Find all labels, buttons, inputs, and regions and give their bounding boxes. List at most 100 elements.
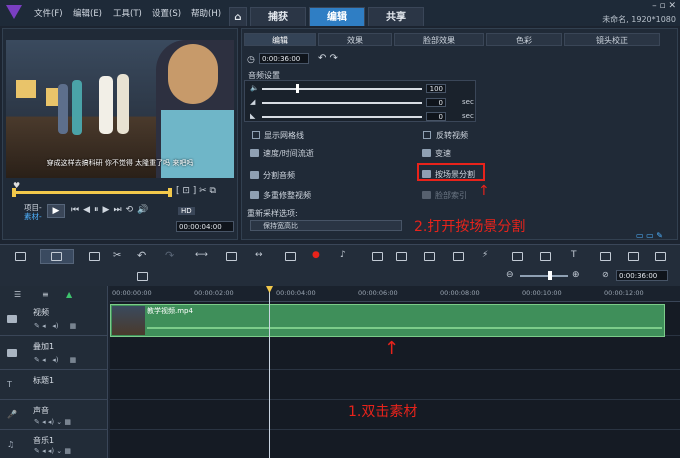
lock-icon[interactable] — [137, 272, 148, 281]
fade-in-slider[interactable] — [262, 102, 422, 104]
menu-file[interactable]: 文件(F) — [34, 7, 63, 19]
color-grading-icon[interactable] — [512, 252, 523, 261]
track-overlay[interactable]: 叠加1 ✎ ◂ ◂) ▦ — [0, 336, 108, 370]
crop-icon[interactable] — [226, 252, 237, 261]
timeline-ruler[interactable]: 00:00:00:00 00:00:02:00 00:00:04:00 00:0… — [110, 286, 680, 302]
audio-mixer-icon[interactable]: ♪ — [340, 250, 346, 260]
video-preview[interactable]: 穿成这样去搞科研 你不觉得 太隆重了吗 来吧吗 — [6, 40, 234, 178]
tab-capture[interactable]: 捕获 — [250, 7, 306, 26]
zoom-thumb[interactable] — [548, 271, 552, 280]
fade-out-slider[interactable] — [262, 116, 422, 118]
mask-icon[interactable]: ⚡ — [482, 250, 488, 260]
tab-home[interactable]: ⌂ — [229, 7, 247, 26]
split-screen-icon[interactable] — [540, 252, 551, 261]
zoom-timecode[interactable]: 0:00:36:00 — [616, 270, 668, 281]
track-video[interactable]: 视频 ✎ ◂ ◂) ▦ — [0, 302, 108, 336]
window-controls[interactable]: – ▫ ✕ — [652, 1, 676, 11]
storyboard-view-icon[interactable] — [15, 252, 26, 261]
track-voice[interactable]: 🎤 声音 ✎ ◂ ◂) ⌄ ▦ — [0, 400, 108, 430]
zoom-in-icon[interactable]: ⊕ — [572, 270, 580, 280]
multi-trim-label: 多重修整视频 — [263, 191, 311, 200]
rotate-icons[interactable]: ↶ ↷ — [318, 53, 338, 64]
tab-lens-correction[interactable]: 镜头校正 — [564, 33, 660, 46]
transport-controls[interactable]: ⏮◀⏸▶⏭⟲🔊 — [71, 205, 152, 215]
export-icon[interactable] — [655, 252, 666, 261]
motion-icon[interactable] — [396, 252, 407, 261]
tab-face-effect[interactable]: 脸部效果 — [394, 33, 484, 46]
volume-thumb[interactable] — [296, 84, 299, 93]
zoom-slider[interactable] — [520, 275, 568, 277]
multicam-icon[interactable] — [453, 252, 464, 261]
timeline-tracks[interactable]: 教学视频.mp4 — [110, 302, 680, 458]
title-track-icon: T — [7, 380, 12, 389]
video-clip[interactable]: 教学视频.mp4 — [110, 304, 665, 337]
menu-settings[interactable]: 设置(S) — [152, 7, 181, 19]
tab-color[interactable]: 色彩 — [486, 33, 562, 46]
timecode-display[interactable]: 00:00:04:00 — [176, 221, 234, 232]
fade-in-field[interactable]: 0 — [426, 98, 446, 107]
zoom-out-icon[interactable]: ⊖ — [506, 270, 514, 280]
character — [99, 76, 113, 134]
panel-corner-buttons[interactable]: ▭ ▭ ✎ — [636, 231, 663, 240]
undo-icon[interactable]: ↶ — [137, 249, 146, 262]
mark-out-handle[interactable] — [168, 188, 172, 197]
face-index-button[interactable]: 脸部索引 — [422, 190, 467, 201]
reverse-video-checkbox[interactable] — [423, 131, 431, 139]
multi-trim-button[interactable]: 多重修整视频 — [250, 190, 311, 201]
fit-icon[interactable]: ⟷ — [195, 250, 208, 260]
track-music[interactable]: ♫ 音乐1 ✎ ◂ ◂) ⌄ ▦ — [0, 430, 108, 458]
frame-icon[interactable] — [285, 252, 296, 261]
3d-title-icon[interactable]: T — [571, 250, 577, 260]
menu-tools[interactable]: 工具(T) — [113, 7, 142, 19]
timeline-view-button[interactable] — [40, 249, 74, 264]
duration-field[interactable]: 0:00:36:00 — [259, 53, 309, 64]
track-list-icon[interactable]: ≡ — [42, 290, 49, 299]
menu-help[interactable]: 帮助(H) — [191, 7, 221, 19]
tab-share[interactable]: 共享 — [368, 7, 424, 26]
track-controls[interactable]: ✎ ◂ ◂) ▦ — [34, 322, 76, 330]
annotation-step1: 1.双击素材 — [348, 404, 418, 420]
auto-music-icon[interactable] — [372, 252, 383, 261]
clip-mode-label[interactable]: 素材- — [24, 211, 42, 222]
variable-speed-button[interactable]: 变速 — [422, 148, 451, 159]
record-icon[interactable]: ● — [312, 250, 320, 260]
tracking-icon[interactable] — [600, 252, 611, 261]
video-subtitle: 穿成这样去搞科研 你不觉得 太隆重了吗 来吧吗 — [46, 159, 194, 167]
tab-edit[interactable]: 编辑 — [309, 7, 365, 26]
ruler-tick: 00:00:10:00 — [522, 289, 562, 297]
video-lane[interactable]: 教学视频.mp4 — [110, 302, 680, 337]
redo-icon[interactable]: ↷ — [165, 249, 174, 262]
volume-slider[interactable] — [262, 88, 422, 90]
show-grid-checkbox[interactable] — [252, 131, 260, 139]
mark-in-handle[interactable] — [12, 188, 16, 197]
quality-selector[interactable]: HD — [178, 207, 195, 215]
tools-icon[interactable]: ✂ — [113, 250, 121, 261]
subtitle-icon[interactable] — [424, 252, 435, 261]
title-lane[interactable] — [110, 370, 680, 400]
volume-field[interactable]: 100 — [426, 84, 446, 93]
split-audio-button[interactable]: 分割音频 — [250, 170, 295, 181]
playhead[interactable] — [269, 286, 270, 458]
track-title[interactable]: T 标题1 — [0, 370, 108, 400]
split-audio-label: 分割音频 — [263, 171, 295, 180]
track-label-video: 视频 — [33, 308, 49, 317]
track-manager-icon[interactable] — [89, 252, 100, 261]
music-lane[interactable] — [110, 430, 680, 458]
speed-timelapse-button[interactable]: 速度/时间流逝 — [250, 148, 314, 159]
play-button[interactable]: ▶ — [47, 204, 65, 218]
scrubber-track[interactable] — [14, 191, 170, 194]
fit-project-icon[interactable]: ⊘ — [602, 270, 609, 279]
track-controls[interactable]: ✎ ◂ ◂) ▦ — [34, 356, 76, 364]
tab-edit-options[interactable]: 编辑 — [244, 33, 316, 46]
resample-dropdown[interactable]: 保持宽高比 — [250, 220, 402, 231]
move-icon[interactable]: ↔ — [255, 250, 263, 260]
blend-icon[interactable] — [628, 252, 639, 261]
menu-edit[interactable]: 编辑(E) — [73, 7, 102, 19]
track-controls[interactable]: ✎ ◂ ◂) ⌄ ▦ — [34, 418, 71, 426]
track-options-icon[interactable]: ☰ — [14, 290, 21, 299]
fade-out-field[interactable]: 0 — [426, 112, 446, 121]
track-controls[interactable]: ✎ ◂ ◂) ⌄ ▦ — [34, 447, 71, 455]
add-track-icon[interactable]: ▲ — [66, 290, 72, 299]
trim-buttons[interactable]: [ ⊡ ] ✂ ⧉ — [176, 186, 216, 196]
tab-effect[interactable]: 效果 — [318, 33, 392, 46]
